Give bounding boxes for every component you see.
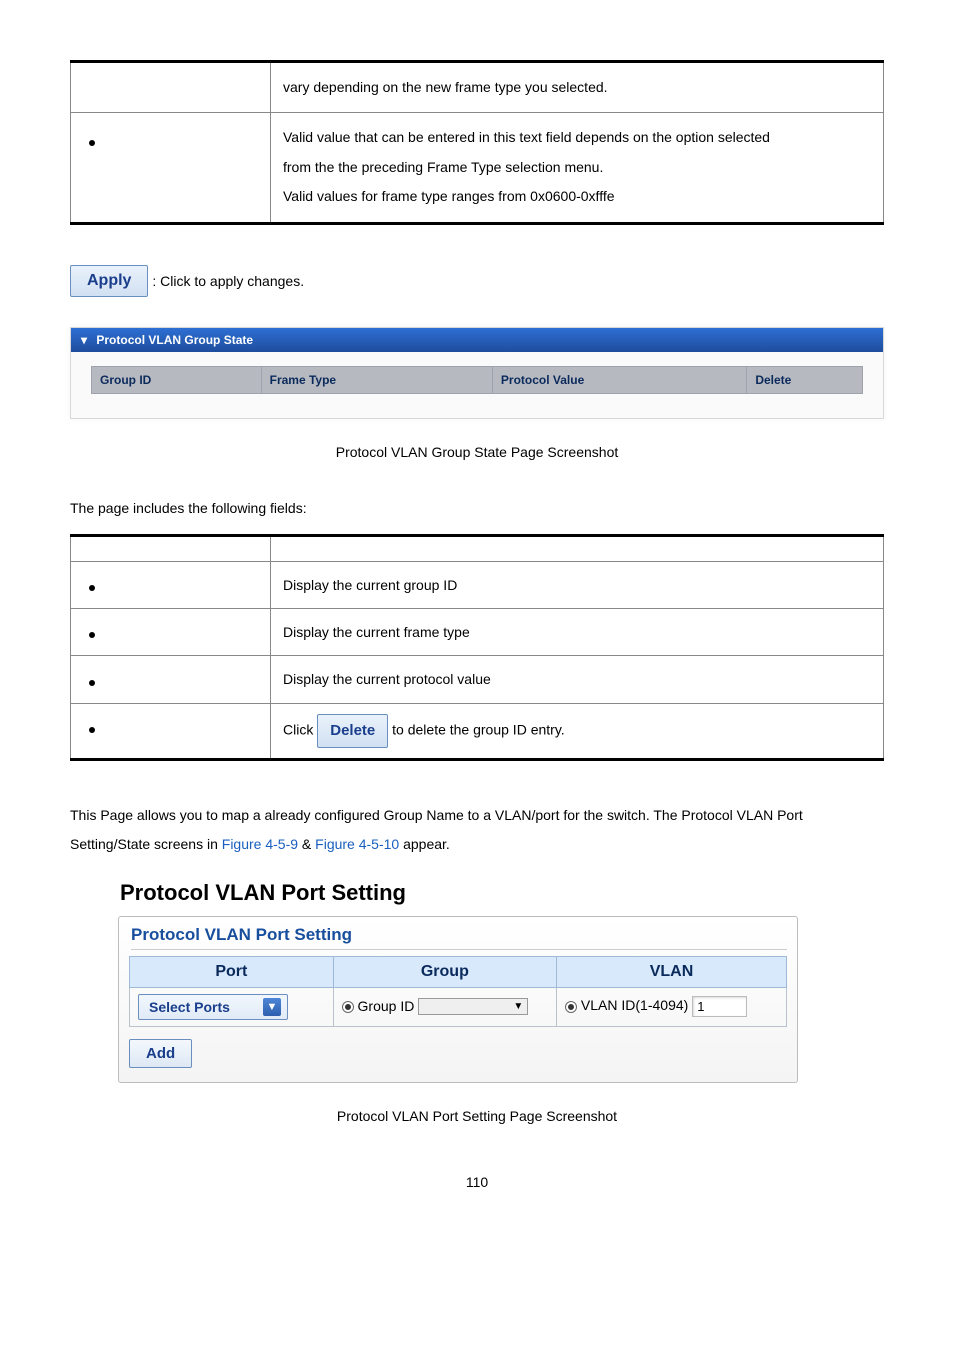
apply-description: : Click to apply changes. [152,273,304,289]
fields-intro: The page includes the following fields: [70,500,884,516]
col-group-id: Group ID [92,366,262,393]
state-table: Group ID Frame Type Protocol Value Delet… [91,366,863,394]
port-setting-table: Port Group VLAN Select Ports ▼ Group ID [129,956,787,1027]
disclosure-icon: ▾ [81,333,87,347]
bullet-icon [89,727,95,733]
panel-title: Protocol VLAN Group State [96,333,253,347]
fields-table: Display the current group ID Display the… [70,534,884,761]
chevron-down-icon: ▼ [263,998,281,1016]
panel-header[interactable]: ▾ Protocol VLAN Group State [71,328,883,352]
port-setting-subtitle: Protocol VLAN Port Setting [131,925,787,950]
group-id-radio[interactable] [342,1001,354,1013]
param-table-continued: vary depending on the new frame type you… [70,60,884,225]
col-delete: Delete [747,366,863,393]
row2-desc: Valid value that can be entered in this … [271,113,884,223]
col-protocol-value: Protocol Value [492,366,746,393]
bullet-icon [89,680,95,686]
vlan-id-input[interactable]: 1 [692,996,747,1017]
chevron-down-icon: ▼ [513,1001,523,1012]
field-delete-desc: Click Delete to delete the group ID entr… [271,703,884,759]
bullet-icon [89,140,95,146]
add-button[interactable]: Add [129,1039,192,1068]
col-vlan: VLAN [557,956,787,987]
apply-button[interactable]: Apply [70,265,148,297]
vlan-id-label: VLAN ID(1-4094) [581,997,692,1013]
col-frame-type: Frame Type [261,366,492,393]
port-caption: Protocol VLAN Port Setting Page Screensh… [70,1108,884,1124]
state-caption: Protocol VLAN Group State Page Screensho… [70,444,884,460]
bullet-icon [89,632,95,638]
group-state-panel: ▾ Protocol VLAN Group State Group ID Fra… [70,327,884,419]
port-setting-title: Protocol VLAN Port Setting [120,880,798,906]
group-id-label: Group ID [358,998,415,1014]
group-id-select[interactable]: ▼ [418,998,528,1015]
page-number: 110 [70,1174,884,1190]
figure-link-459[interactable]: Figure 4-5-9 [222,836,298,852]
col-port: Port [130,956,334,987]
delete-button[interactable]: Delete [317,714,388,748]
figure-link-4510[interactable]: Figure 4-5-10 [315,836,399,852]
port-setting-intro: This Page allows you to map a already co… [70,801,884,860]
col-group: Group [333,956,556,987]
bullet-icon [89,585,95,591]
field-frame-type-desc: Display the current frame type [271,608,884,655]
row1-desc: vary depending on the new frame type you… [271,62,884,113]
field-group-id-desc: Display the current group ID [271,561,884,608]
vlan-id-radio[interactable] [565,1001,577,1013]
select-ports-dropdown[interactable]: Select Ports ▼ [138,994,288,1020]
port-setting-panel: Protocol VLAN Port Setting Protocol VLAN… [118,880,798,1083]
field-protocol-value-desc: Display the current protocol value [271,656,884,703]
